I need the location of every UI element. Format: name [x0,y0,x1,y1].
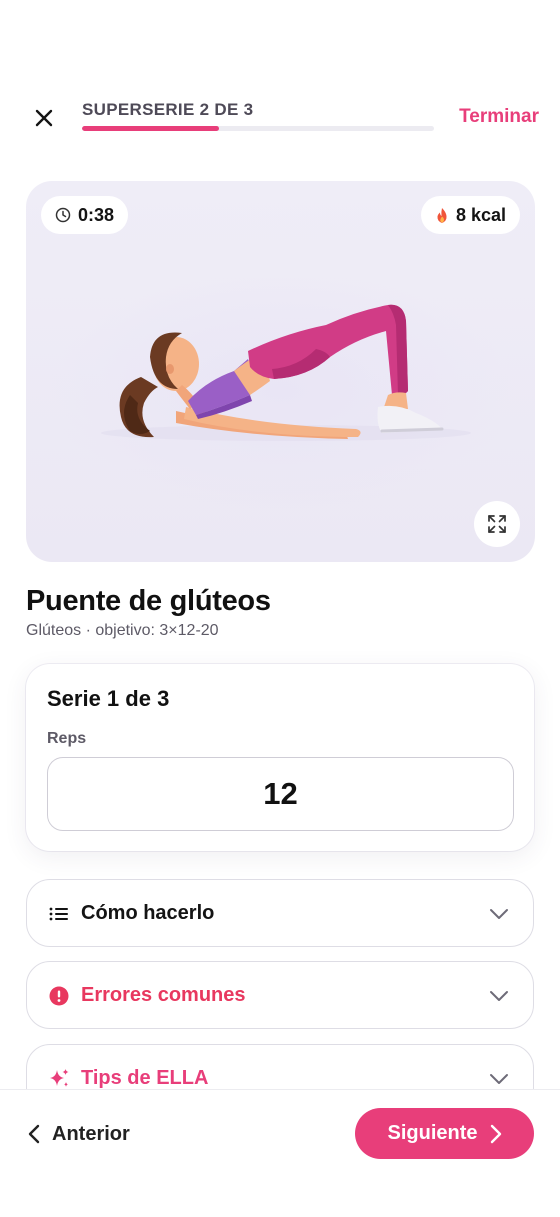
accordion-how-to-label: Cómo hacerlo [81,902,215,924]
expand-button[interactable] [474,501,520,547]
set-card: Serie 1 de 3 Reps 12 [26,664,534,851]
exercise-title: Puente de glúteos [26,585,271,617]
alert-icon [47,984,71,1008]
set-title: Serie 1 de 3 [47,686,170,711]
previous-button-label: Anterior [52,1122,130,1145]
list-icon [47,902,71,926]
calories-badge: 8 kcal [420,196,520,234]
exercise-subtitle: Glúteos · objetivo: 3×12-20 [26,622,219,639]
accordion-how-to[interactable]: Cómo hacerlo [26,879,534,947]
reps-label: Reps [47,730,87,747]
timer-value: 0:38 [78,204,115,225]
superset-progress-label: SUPERSERIE 2 DE 3 [82,100,254,119]
glute-bridge-illustration [101,304,471,441]
flame-icon [437,207,447,223]
chevron-down-icon [487,902,511,926]
calories-value: 8 kcal [455,204,506,225]
accordion-common-errors-label: Errores comunes [81,984,246,1006]
chevron-down-icon [487,1067,511,1091]
timer-badge: 0:38 [41,196,129,234]
workout-header: SUPERSERIE 2 DE 3 Terminar [0,96,560,142]
clock-icon [55,207,71,223]
reps-input[interactable]: 12 [47,757,514,831]
previous-button[interactable]: Anterior [28,1118,130,1150]
chevron-left-icon [28,1124,40,1144]
accordion-common-errors[interactable]: Errores comunes [26,961,534,1029]
superset-progress-fill [82,126,220,131]
accordion-ella-tips-label: Tips de ELLA [81,1067,209,1089]
close-button[interactable] [28,102,60,134]
finish-button[interactable]: Terminar [459,106,539,128]
expand-icon [488,515,506,533]
next-button-label: Siguiente [387,1122,478,1144]
next-button[interactable]: Siguiente [355,1108,534,1159]
chevron-right-icon [490,1124,501,1143]
close-icon [35,109,53,127]
bottom-nav: Anterior Siguiente [0,1089,560,1217]
chevron-down-icon [487,984,511,1008]
exercise-animation-card: 0:38 8 kcal [26,181,535,562]
superset-progress-bar [82,126,434,131]
sparkles-icon [47,1067,71,1091]
